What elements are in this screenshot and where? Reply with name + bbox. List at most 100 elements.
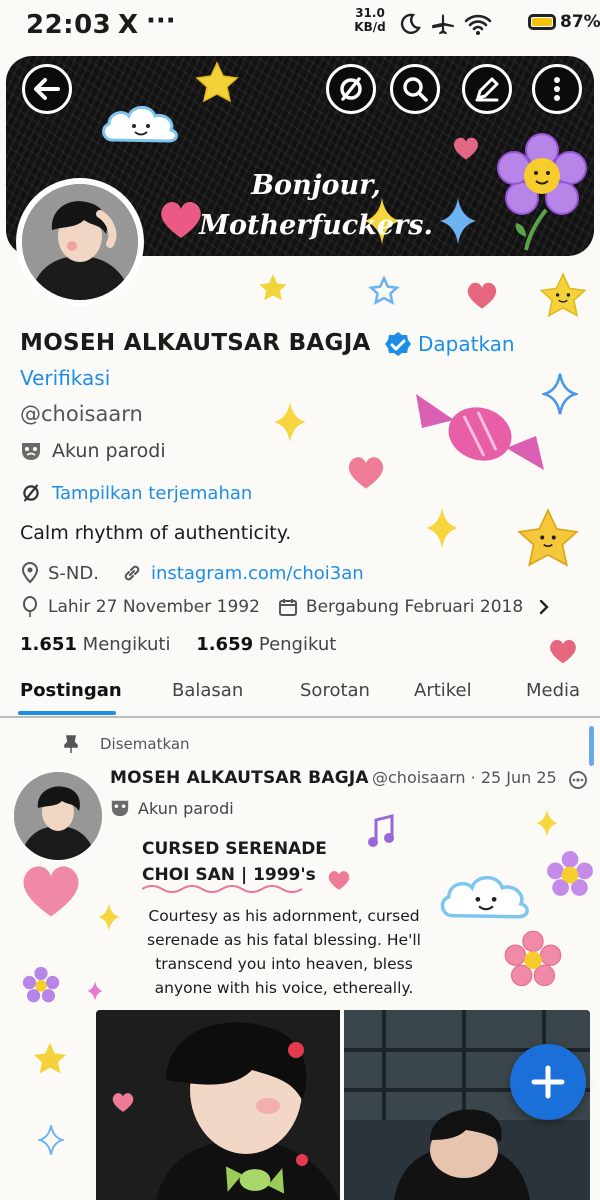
scrollbar[interactable] [589,726,594,766]
tab-replies[interactable]: Balasan [172,680,243,701]
more-button[interactable] [532,64,582,114]
no-translate-icon [340,77,362,101]
search-button[interactable] [390,64,440,114]
post-title-line1: CURSED SERENADE [142,839,327,859]
search-icon [403,77,428,102]
following-count: 1.651 [20,634,77,655]
star-doodle-icon [259,274,287,301]
network-speed-value: 31.0 [355,6,385,20]
calendar-icon [278,599,297,616]
arrow-left-icon [34,78,60,100]
post-body: Courtesy as his adornment, cursed serena… [147,907,421,997]
followers-count: 1.659 [196,634,254,655]
profile-meta-row2: Lahir 27 November 1992 Bergabung Februar… [20,596,551,618]
sparkle-doodle-icon [87,980,103,1002]
banner-text-line1: Bonjour, [251,170,381,201]
profile-link[interactable]: instagram.com/choi3an [151,563,364,584]
show-translation-link[interactable]: Tampilkan terjemahan [20,482,252,504]
wifi-icon [464,14,492,35]
following-label: Mengikuti [82,634,171,655]
mask-icon [111,800,129,817]
more-vertical-icon [554,77,560,101]
post-title: CURSED SERENADE CHOI SAN | 1999's [142,836,327,888]
tab-articles[interactable]: Artikel [414,680,472,701]
heart-doodle-icon [467,282,497,309]
flower-doodle-icon [22,966,60,1003]
status-time: 22:03 [26,10,112,40]
compose-post-button[interactable] [510,1044,586,1120]
post-author-handle-date: @choisaarn · 25 Jun 25 [372,768,557,787]
tab-posts[interactable]: Postingan [20,680,122,701]
airplane-icon [432,14,454,35]
squiggle-decoration [142,885,303,893]
joined-date-text: Bergabung Februari 2018 [305,597,524,617]
sparkle-doodle-icon [426,507,458,549]
avatar-illustration [14,772,102,860]
banner-text-line2: Motherfuckers. [199,210,433,241]
followers-stat[interactable]: 1.659 Pengikut [196,634,336,655]
sparkle-doodle-icon [274,401,306,443]
heart-doodle-icon [328,871,350,890]
battery-icon [528,14,556,30]
network-speed: 31.0 KB/d [348,6,392,34]
active-tab-indicator [18,711,116,715]
heart-doodle-icon [23,866,79,917]
show-translation-text[interactable]: Tampilkan terjemahan [52,483,252,504]
parody-label-text: Akun parodi [52,440,166,462]
pinned-label: Disematkan [100,735,190,753]
heart-doodle-icon [348,457,384,489]
star-doodle-icon [195,61,239,103]
get-verified-link[interactable]: Dapatkan [418,332,515,356]
post-author-name[interactable]: MOSEH ALKAUTSAR BAGJA [110,768,369,788]
pinned-indicator: Disematkan [62,734,190,754]
mask-icon [22,443,40,460]
plus-icon [531,1065,565,1099]
profile-handle: @choisaarn [20,402,143,426]
verified-badge-icon[interactable] [384,331,412,359]
flower-doodle-icon [504,930,562,987]
post-parody-text: Akun parodi [138,798,234,818]
followers-label: Pengikut [258,634,337,655]
status-icons [398,8,492,40]
cloud-doodle-icon [102,105,178,143]
birth-date-text: Lahir 27 November 1992 [48,597,260,617]
moon-icon [400,13,421,34]
profile-avatar[interactable] [16,178,144,306]
profile-meta-row1: S-ND. instagram.com/choi3an [20,562,364,584]
sparkle-doodle-icon [536,809,558,837]
no-translate-icon [23,484,39,502]
flower-doodle-icon [497,133,587,251]
post-parody-label: Akun parodi [110,798,234,818]
profile-bio: Calm rhythm of authenticity. [20,522,292,544]
star-doodle-icon [539,272,587,317]
back-button[interactable] [22,64,72,114]
heart-doodle-icon [112,1093,134,1112]
parody-label: Akun parodi [20,440,166,462]
star-doodle-icon [34,1043,66,1074]
flower-doodle-icon [547,851,593,896]
balloon-icon [23,596,37,617]
sparkle-doodle-icon [38,1125,64,1155]
pin-icon [64,735,78,753]
candy-doodle-icon [416,394,544,470]
tab-media[interactable]: Media [526,680,580,701]
following-stat[interactable]: 1.651 Mengikuti [20,634,170,655]
sparkle-doodle-icon [440,198,476,244]
sparkle-doodle-icon [98,903,120,931]
location-icon [21,562,39,584]
music-note-icon [368,814,394,847]
edit-icon [475,77,499,102]
post-more-icon[interactable] [568,770,588,790]
heart-doodle-icon [453,137,479,160]
star-doodle-icon [368,276,400,305]
translate-off-button[interactable] [326,64,376,114]
tab-highlights[interactable]: Sorotan [300,680,370,701]
cloud-doodle-icon [440,875,529,919]
chevron-right-icon[interactable] [537,598,551,616]
star-doodle-icon [517,508,579,567]
candy-doodle-icon [225,1166,285,1194]
get-verified-link-line2[interactable]: Verifikasi [20,366,110,390]
post-author-avatar[interactable] [12,770,104,862]
link-icon [124,565,140,581]
edit-button[interactable] [462,64,512,114]
